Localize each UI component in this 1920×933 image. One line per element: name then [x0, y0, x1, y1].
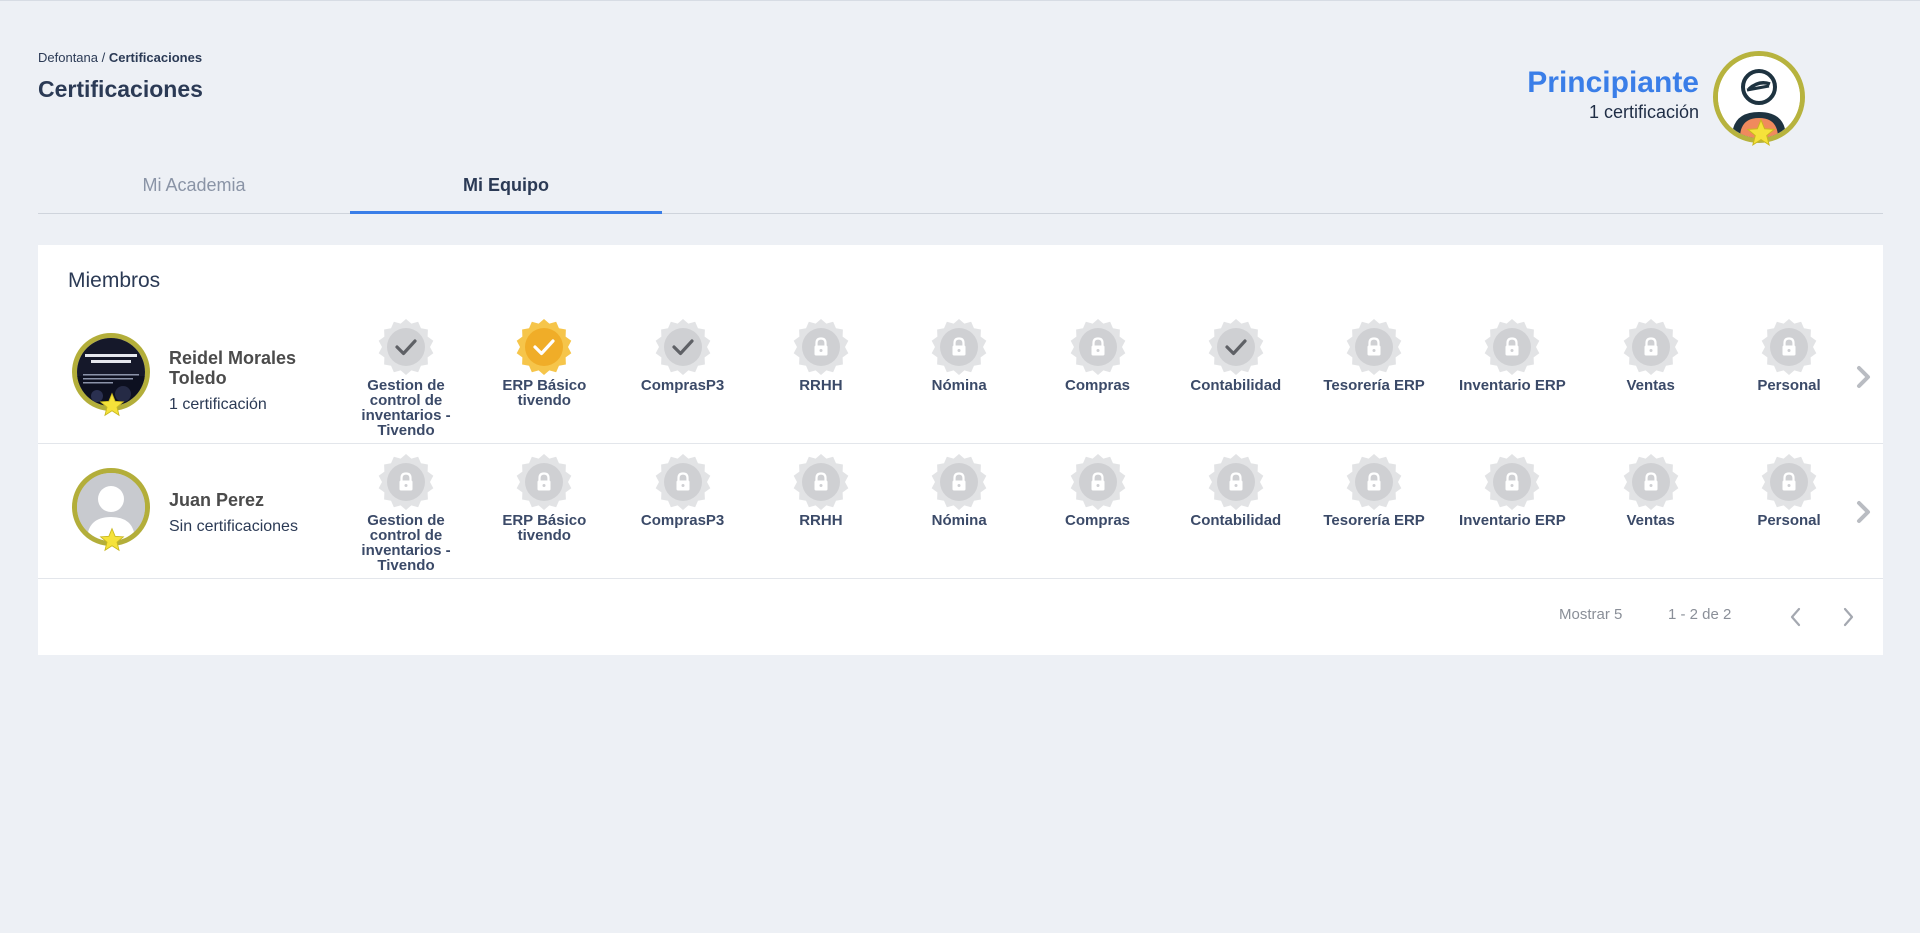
locked-badge-icon — [1346, 319, 1402, 375]
locked-badge-icon — [931, 319, 987, 375]
badge-label: Personal — [1757, 377, 1821, 394]
certification-badge[interactable]: Ventas — [1586, 453, 1716, 528]
certification-badge[interactable]: Tesorería ERP — [1309, 453, 1439, 528]
badge-label: Contabilidad — [1190, 377, 1282, 394]
locked-badge-icon — [1208, 454, 1264, 510]
breadcrumb-current: Certificaciones — [108, 50, 203, 65]
certification-badge[interactable]: RRHH — [756, 318, 886, 393]
members-title: Miembros — [68, 269, 161, 292]
locked-badge-icon — [1623, 454, 1678, 510]
badge-label: Compras — [1064, 377, 1131, 394]
certification-badge[interactable]: Contabilidad — [1171, 318, 1301, 393]
badge-list: Gestion de control de inventarios - Tive… — [38, 445, 1883, 579]
page-title: Certificaciones — [38, 76, 203, 102]
member-row: Juan Perez Sin certificaciones Gestion d… — [38, 445, 1883, 579]
locked-badge-icon — [931, 454, 987, 510]
badge-label: Ventas — [1626, 512, 1675, 529]
locked-badge-icon — [1485, 454, 1540, 510]
locked-badge-icon — [1761, 454, 1817, 510]
completed-badge-icon — [1208, 319, 1264, 375]
certification-badge[interactable]: ERP Básico tivendo — [479, 453, 609, 543]
badge-label: Gestion de control de inventarios - Tive… — [361, 512, 451, 574]
chevron-right-icon[interactable] — [1853, 497, 1875, 527]
tab-mi-academia[interactable]: Mi Academia — [38, 160, 350, 214]
locked-badge-icon — [1761, 319, 1817, 375]
completed-badge-icon — [378, 319, 434, 375]
certification-badge[interactable]: Compras — [1033, 318, 1163, 393]
locked-badge-icon — [1485, 319, 1540, 375]
badge-label: Inventario ERP — [1459, 512, 1566, 529]
chevron-left-icon[interactable] — [1786, 604, 1806, 630]
profile-avatar — [1713, 51, 1805, 146]
badge-label: Gestion de control de inventarios - Tive… — [361, 377, 451, 439]
locked-badge-icon — [1070, 454, 1125, 510]
certification-badge[interactable]: RRHH — [756, 453, 886, 528]
badge-label: Tesorería ERP — [1323, 512, 1425, 529]
certification-badge[interactable]: Nómina — [894, 453, 1024, 528]
certification-badge[interactable]: Inventario ERP — [1447, 318, 1577, 393]
badge-label: Personal — [1757, 512, 1821, 529]
badge-label: Tesorería ERP — [1323, 377, 1425, 394]
locked-badge-icon — [1346, 454, 1402, 510]
chevron-right-icon[interactable] — [1838, 604, 1858, 630]
badge-label: Compras — [1064, 512, 1131, 529]
badge-label: Nómina — [931, 512, 987, 529]
star-icon — [1746, 118, 1776, 146]
locked-badge-icon — [1070, 319, 1125, 375]
locked-badge-icon — [793, 454, 849, 510]
locked-badge-icon — [516, 454, 572, 510]
certification-badge[interactable]: Contabilidad — [1171, 453, 1301, 528]
certification-badge[interactable]: Gestion de control de inventarios - Tive… — [341, 453, 471, 573]
chevron-right-icon[interactable] — [1853, 362, 1875, 392]
page-range: 1 - 2 de 2 — [1668, 606, 1732, 623]
certification-badge[interactable]: Gestion de control de inventarios - Tive… — [341, 318, 471, 438]
badge-label: Ventas — [1626, 377, 1675, 394]
certification-badge[interactable]: Tesorería ERP — [1309, 318, 1439, 393]
pagination: Mostrar 5 1 - 2 de 2 — [38, 580, 1883, 655]
badge-label: ComprasP3 — [640, 377, 725, 394]
certification-badge[interactable]: Nómina — [894, 318, 1024, 393]
completed-badge-icon — [655, 319, 710, 375]
level-name: Principiante — [1527, 66, 1699, 99]
certification-badge[interactable]: Inventario ERP — [1447, 453, 1577, 528]
page-size-select[interactable]: Mostrar 5 — [1559, 606, 1622, 623]
gold-badge-icon — [516, 319, 572, 375]
locked-badge-icon — [793, 319, 849, 375]
certification-badge[interactable]: ComprasP3 — [618, 453, 748, 528]
breadcrumb: Defontana / Certificaciones — [38, 50, 202, 65]
badge-label: Nómina — [931, 377, 987, 394]
breadcrumb-root[interactable]: Defontana — [38, 50, 98, 65]
certification-badge[interactable]: Ventas — [1586, 318, 1716, 393]
badge-label: ERP Básico tivendo — [502, 512, 587, 544]
locked-badge-icon — [1623, 319, 1678, 375]
certification-badge[interactable]: Personal — [1724, 318, 1854, 393]
tab-mi-equipo[interactable]: Mi Equipo — [350, 160, 662, 214]
badge-label: Inventario ERP — [1459, 377, 1566, 394]
badge-label: RRHH — [799, 512, 843, 529]
member-row: Reidel Morales Toledo 1 certificación Ge… — [38, 310, 1883, 444]
breadcrumb-separator: / — [98, 50, 109, 65]
level-count: 1 certificación — [1588, 102, 1699, 122]
badge-label: ERP Básico tivendo — [502, 377, 587, 409]
locked-badge-icon — [378, 454, 434, 510]
badge-list: Gestion de control de inventarios - Tive… — [38, 310, 1883, 444]
badge-label: ComprasP3 — [640, 512, 725, 529]
top-divider — [0, 0, 1920, 1]
tab-bar: Mi Academia Mi Equipo — [38, 160, 1883, 214]
members-card: Miembros Reidel Morales Toledo 1 certifi… — [38, 245, 1883, 655]
certification-badge[interactable]: ERP Básico tivendo — [479, 318, 609, 408]
locked-badge-icon — [655, 454, 710, 510]
level-summary: Principiante 1 certificación — [1527, 66, 1699, 123]
certification-badge[interactable]: Compras — [1033, 453, 1163, 528]
certification-badge[interactable]: ComprasP3 — [618, 318, 748, 393]
certification-badge[interactable]: Personal — [1724, 453, 1854, 528]
badge-label: RRHH — [799, 377, 843, 394]
badge-label: Contabilidad — [1190, 512, 1282, 529]
